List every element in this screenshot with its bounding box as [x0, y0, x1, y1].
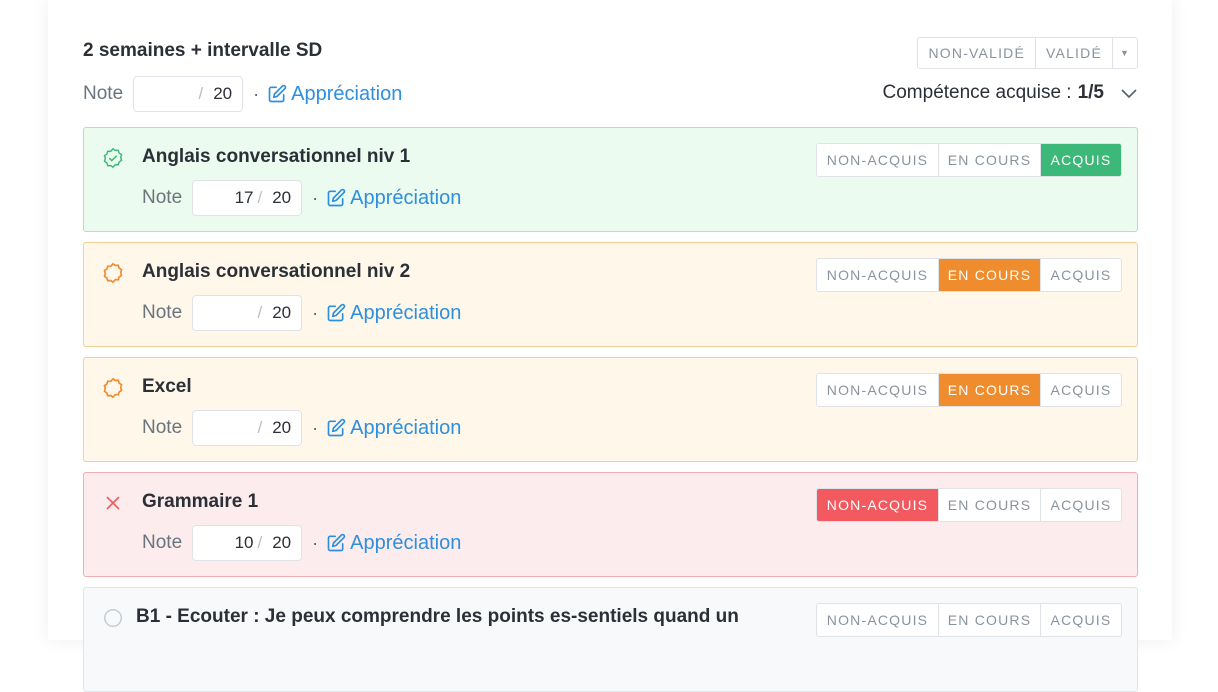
appreciation-label: Appréciation: [350, 301, 462, 324]
caret-down-icon[interactable]: ▼: [1113, 38, 1137, 68]
en-cours-button[interactable]: EN COURS: [939, 374, 1041, 406]
note-max: 20: [213, 84, 233, 103]
competence-title: Anglais conversationnel niv 2: [142, 261, 411, 282]
note-separator: /: [257, 303, 263, 322]
en-cours-button[interactable]: EN COURS: [939, 489, 1041, 521]
appreciation-link[interactable]: Appréciation: [267, 83, 402, 106]
non-acquis-button[interactable]: NON-ACQUIS: [817, 144, 939, 176]
note-label: Note: [142, 302, 183, 323]
acquis-button[interactable]: ACQUIS: [1041, 144, 1121, 176]
appreciation-label: Appréciation: [350, 186, 462, 209]
note-score: 10: [234, 533, 254, 552]
note-label: Note: [142, 417, 183, 438]
competence-note-row: Note 17 / 20 · Appréciation: [142, 180, 461, 216]
non-valide-button[interactable]: NON-VALIDÉ: [918, 38, 1037, 68]
competence-item: Anglais conversationnel niv 1 NON-ACQUIS…: [83, 127, 1138, 232]
en-cours-button[interactable]: EN COURS: [939, 604, 1041, 636]
separator-dot: ·: [253, 83, 260, 104]
competence-note-row: Note 10 / 20 · Appréciation: [142, 525, 461, 561]
valide-button[interactable]: VALIDÉ: [1036, 38, 1113, 68]
acquired-count: 1/5: [1077, 82, 1104, 103]
en-cours-button[interactable]: EN COURS: [939, 259, 1041, 291]
appreciation-link[interactable]: Appréciation: [326, 417, 461, 440]
note-score: 17: [234, 188, 254, 207]
close-icon: [106, 496, 120, 510]
edit-icon: [327, 188, 346, 207]
appreciation-link[interactable]: Appréciation: [326, 532, 461, 555]
competence-note-row: Note / 20 · Appréciation: [142, 410, 461, 446]
in-progress-badge-icon: [103, 262, 123, 284]
en-cours-button[interactable]: EN COURS: [939, 144, 1041, 176]
note-max: 20: [272, 303, 292, 322]
competence-item: Excel NON-ACQUIS EN COURS ACQUIS Note / …: [83, 357, 1138, 462]
acquis-button[interactable]: ACQUIS: [1041, 374, 1121, 406]
competence-note-input[interactable]: / 20: [192, 410, 303, 446]
check-badge-icon: [103, 147, 123, 169]
status-toggle: NON-ACQUIS EN COURS ACQUIS: [816, 143, 1122, 177]
note-max: 20: [272, 533, 292, 552]
page-title: 2 semaines + intervalle SD: [83, 40, 323, 61]
note-separator: /: [257, 418, 263, 437]
competence-item: Grammaire 1 NON-ACQUIS EN COURS ACQUIS N…: [83, 472, 1138, 577]
status-toggle: NON-ACQUIS EN COURS ACQUIS: [816, 258, 1122, 292]
competence-note-input[interactable]: / 20: [192, 295, 303, 331]
acquis-button[interactable]: ACQUIS: [1041, 489, 1121, 521]
non-acquis-button[interactable]: NON-ACQUIS: [817, 604, 939, 636]
appreciation-label: Appréciation: [350, 531, 462, 554]
acquis-button[interactable]: ACQUIS: [1041, 604, 1121, 636]
validation-toggle: NON-VALIDÉ VALIDÉ ▼: [917, 37, 1138, 69]
separator-dot: ·: [312, 532, 319, 553]
status-toggle: NON-ACQUIS EN COURS ACQUIS: [816, 603, 1122, 637]
edit-icon: [327, 303, 346, 322]
competence-title: Anglais conversationnel niv 1: [142, 146, 411, 167]
competence-item: B1 - Ecouter : Je peux comprendre les po…: [83, 587, 1138, 692]
evaluation-card: 2 semaines + intervalle SD NON-VALIDÉ VA…: [48, 0, 1172, 692]
note-label: Note: [142, 532, 183, 553]
acquired-label: Compétence acquise :: [882, 82, 1072, 103]
chevron-down-icon[interactable]: [1120, 87, 1138, 99]
competence-title: Grammaire 1: [142, 491, 259, 512]
non-acquis-button[interactable]: NON-ACQUIS: [817, 374, 939, 406]
appreciation-link[interactable]: Appréciation: [326, 302, 461, 325]
empty-circle-icon: [104, 609, 122, 627]
appreciation-label: Appréciation: [350, 416, 462, 439]
status-toggle: NON-ACQUIS EN COURS ACQUIS: [816, 373, 1122, 407]
note-separator: /: [257, 533, 263, 552]
competence-note-input[interactable]: 10 / 20: [192, 525, 303, 561]
separator-dot: ·: [312, 187, 319, 208]
non-acquis-button[interactable]: NON-ACQUIS: [817, 489, 939, 521]
note-separator: /: [198, 84, 204, 103]
appreciation-label: Appréciation: [291, 82, 403, 105]
competence-item: Anglais conversationnel niv 2 NON-ACQUIS…: [83, 242, 1138, 347]
evaluation-header: 2 semaines + intervalle SD NON-VALIDÉ VA…: [83, 36, 1138, 70]
main-note-input[interactable]: / 20: [133, 76, 244, 112]
edit-icon: [268, 84, 287, 103]
separator-dot: ·: [312, 417, 319, 438]
note-separator: /: [257, 188, 263, 207]
separator-dot: ·: [312, 302, 319, 323]
note-label: Note: [142, 187, 183, 208]
competence-title: Excel: [142, 376, 192, 397]
non-acquis-button[interactable]: NON-ACQUIS: [817, 259, 939, 291]
competence-title: B1 - Ecouter : Je peux comprendre les po…: [136, 606, 739, 627]
note-max: 20: [272, 418, 292, 437]
competence-note-input[interactable]: 17 / 20: [192, 180, 303, 216]
competence-note-row: Note / 20 · Appréciation: [142, 295, 461, 331]
edit-icon: [327, 533, 346, 552]
acquired-summary[interactable]: Compétence acquise : 1/5: [883, 82, 1138, 104]
edit-icon: [327, 418, 346, 437]
note-label: Note: [83, 83, 124, 104]
acquis-button[interactable]: ACQUIS: [1041, 259, 1121, 291]
note-max: 20: [272, 188, 292, 207]
appreciation-link[interactable]: Appréciation: [326, 187, 461, 210]
main-note-row: Note / 20 · Appréciation: [83, 76, 402, 112]
in-progress-badge-icon: [103, 377, 123, 399]
status-toggle: NON-ACQUIS EN COURS ACQUIS: [816, 488, 1122, 522]
